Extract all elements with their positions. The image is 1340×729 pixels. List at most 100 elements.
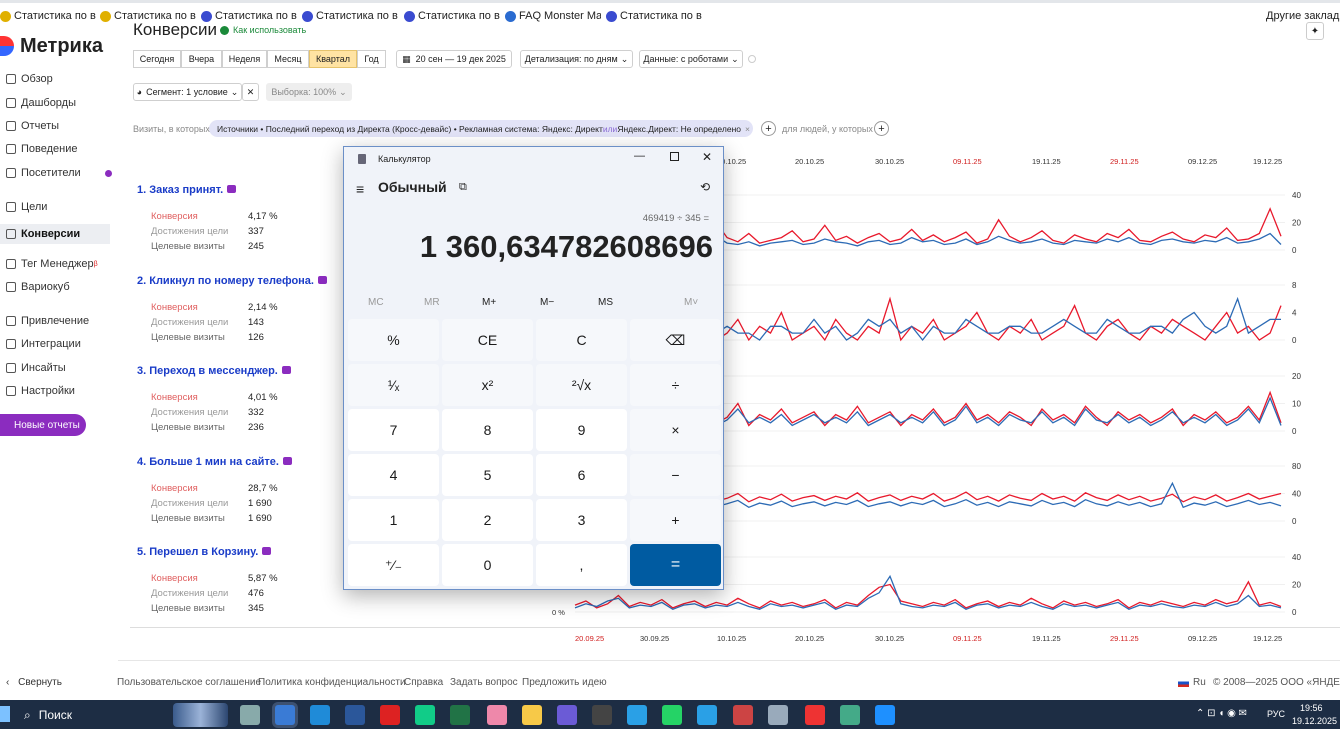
calc-key[interactable]: 3 [536,499,627,541]
memory-button[interactable]: M− [540,297,554,308]
x-tick-label: 29.11.25 [1110,157,1139,166]
excel-icon[interactable] [450,705,470,725]
bookmark-favicon-icon [201,10,212,22]
calc-key[interactable]: x² [442,364,533,406]
explorer-icon[interactable] [522,705,542,725]
footer-link[interactable]: Пользовательское соглашение [117,677,261,688]
calc-key[interactable]: ²√x [536,364,627,406]
calc-mode: Обычный [378,179,447,195]
app-icon[interactable] [557,705,577,725]
x-tick-label: 30.10.25 [875,157,904,166]
memory-button[interactable]: MR [424,297,440,308]
app-icon[interactable] [768,705,788,725]
y-tick-label: 40 [1292,553,1301,562]
y-tick-label: 40 [1292,490,1301,499]
search-banner-image [173,703,228,727]
x-tick-label: 09.11.25 [953,157,982,166]
taskbar-lang[interactable]: РУС [1267,709,1285,719]
bookmark-item[interactable]: Статистика по вы [100,8,196,24]
taskbar-search[interactable]: ⌕ Поиск [24,703,174,727]
bookmark-item[interactable]: Статистика по вы [302,8,398,24]
whatsapp-icon[interactable] [662,705,682,725]
calc-key[interactable]: % [348,319,439,361]
y-tick-label: 20 [1292,219,1301,228]
calc-key[interactable]: 4 [348,454,439,496]
calc-key[interactable]: 9 [536,409,627,451]
history-icon[interactable]: ⟲ [700,180,710,194]
calculator-icon [358,154,366,164]
task-view-icon[interactable] [240,705,260,725]
bookmark-item[interactable]: Статистика по вы [0,8,96,24]
bookmark-item[interactable]: Статистика по вы [404,8,500,24]
calc-key[interactable]: CE [442,319,533,361]
bookmark-item[interactable]: Статистика по вы [606,8,702,24]
y-tick-label: 0 [1292,246,1297,255]
footer-link[interactable]: Справка [404,677,443,688]
yandex-icon[interactable] [380,705,400,725]
y-tick-label: 20 [1292,372,1301,381]
bookmark-item[interactable]: Статистика по вы [201,8,297,24]
bookmark-favicon-icon [404,10,415,22]
calc-key[interactable]: ⁺⁄₋ [348,544,439,586]
calc-key[interactable]: 8 [442,409,533,451]
memory-button[interactable]: MS [598,297,613,308]
clock-date[interactable]: 19.12.2025 [1292,716,1337,726]
footer-link[interactable]: Предложить идею [522,677,607,688]
calc-key[interactable]: 1 [348,499,439,541]
keep-on-top-icon[interactable]: ⧉ [459,181,467,194]
app-icon[interactable] [840,705,860,725]
calc-key[interactable]: C [536,319,627,361]
calculator-app-icon[interactable] [275,705,295,725]
telegram-icon[interactable] [627,705,647,725]
bookmark-favicon-icon [505,10,516,22]
calculator-window[interactable]: Калькулятор — ✕ ≡ Обычный ⧉ ⟲ 469419 ÷ 3… [343,146,724,590]
bookmark-item[interactable]: FAQ Monster Mar [505,8,601,24]
edge-icon[interactable] [310,705,330,725]
search-icon: ⌕ [24,707,31,722]
x-tick-label: 10.10.25 [717,634,746,643]
maximize-button[interactable] [670,152,679,161]
calc-key[interactable]: + [630,499,721,541]
yandex-browser-icon[interactable] [805,705,825,725]
start-button[interactable] [0,706,10,722]
calc-key[interactable]: 5 [442,454,533,496]
calc-key[interactable]: × [630,409,721,451]
app-icon[interactable] [697,705,717,725]
memory-button[interactable]: MC [368,297,384,308]
x-tick-label: 29.11.25 [1110,634,1139,643]
x-tick-label: 30.09.25 [640,634,669,643]
calc-result: 1 360,634782608696 [419,229,713,264]
app-icon[interactable] [875,705,895,725]
footer-link[interactable]: Задать вопрос [450,677,518,688]
calc-key[interactable]: ⌫ [630,319,721,361]
calc-key[interactable]: , [536,544,627,586]
obs-icon[interactable] [592,705,612,725]
calc-key[interactable]: 6 [536,454,627,496]
y-tick-label: 80 [1292,462,1301,471]
app-icon[interactable] [733,705,753,725]
clock-time[interactable]: 19:56 [1300,703,1323,713]
lang-select[interactable]: Ru [1178,677,1206,688]
calc-key[interactable]: − [630,454,721,496]
collapse-button[interactable]: ‹ Свернуть [6,677,62,688]
bookmark-favicon-icon [100,10,111,22]
memory-button[interactable]: M˅ [684,297,698,308]
calc-key[interactable]: = [630,544,721,586]
calc-key[interactable]: ÷ [630,364,721,406]
menu-icon[interactable]: ≡ [356,181,364,197]
calc-key[interactable]: 0 [442,544,533,586]
footer-link[interactable]: Политика конфиденциальности [258,677,406,688]
minimize-button[interactable]: — [634,150,645,162]
y-tick-label: 0 [1292,608,1297,617]
close-button[interactable]: ✕ [702,150,712,164]
app-icon[interactable] [415,705,435,725]
x-tick-label: 09.12.25 [1188,634,1217,643]
x-tick-label: 19.12.25 [1253,157,1282,166]
memory-button[interactable]: M+ [482,297,496,308]
calc-key[interactable]: 2 [442,499,533,541]
word-icon[interactable] [345,705,365,725]
calc-key[interactable]: 7 [348,409,439,451]
calc-key[interactable]: ¹⁄ₓ [348,364,439,406]
tray-icons[interactable]: ⌃ ⊡ ◖ ◉ ✉ [1196,708,1247,719]
chrome-icon[interactable] [487,705,507,725]
